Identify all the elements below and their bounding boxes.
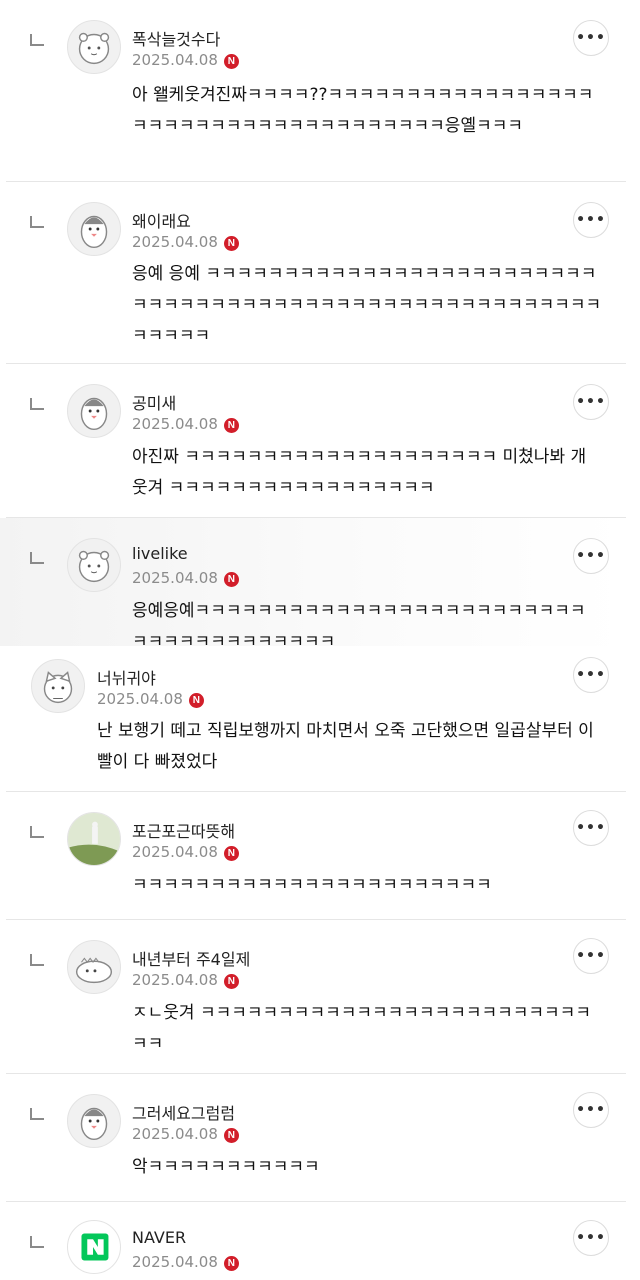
penguin-avatar-icon xyxy=(80,1107,108,1141)
more-icon: ••• xyxy=(576,667,606,683)
cat-avatar-icon xyxy=(43,671,73,704)
nickname[interactable]: NAVER xyxy=(132,1228,186,1247)
comment-item: livelike 2025.04.08 N 응예응예ㅋㅋㅋㅋㅋㅋㅋㅋㅋㅋㅋㅋㅋㅋㅋ… xyxy=(0,518,626,646)
reply-indicator-icon xyxy=(30,1236,44,1248)
nickname[interactable]: livelike xyxy=(132,544,188,563)
more-options-button[interactable]: ••• xyxy=(573,384,609,420)
avatar[interactable] xyxy=(67,384,121,438)
more-icon: ••• xyxy=(576,30,606,46)
more-icon: ••• xyxy=(576,820,606,836)
penguin-avatar-icon xyxy=(80,397,108,431)
more-icon: ••• xyxy=(576,1102,606,1118)
comment-text: ㅈㄴ웃겨 ㅋㅋㅋㅋㅋㅋㅋㅋㅋㅋㅋㅋㅋㅋㅋㅋㅋㅋㅋㅋㅋㅋㅋㅋㅋㅋㅋ xyxy=(132,1003,591,1054)
more-icon: ••• xyxy=(576,1230,606,1246)
new-badge: N xyxy=(223,54,239,69)
nickname[interactable]: 내년부터 주4일제 xyxy=(132,946,250,970)
comment-item: NAVER 2025.04.08 N ••• xyxy=(0,1202,640,1280)
comment-date: 2025.04.08 N xyxy=(97,690,204,708)
more-icon: ••• xyxy=(576,394,606,410)
comment-date: 2025.04.08 N xyxy=(132,971,239,989)
nickname[interactable]: 왜이래요 xyxy=(132,208,191,232)
comment-text: 아 왤케웃겨진짜ㅋㅋㅋㅋ??ㅋㅋㅋㅋㅋㅋㅋㅋㅋㅋㅋㅋㅋㅋㅋㅋㅋㅋㅋㅋㅋㅋㅋㅋㅋㅋ… xyxy=(132,85,594,136)
comment-item: 공미새 2025.04.08 N 아진짜 ㅋㅋㅋㅋㅋㅋㅋㅋㅋㅋㅋㅋㅋㅋㅋㅋㅋㅋㅋㅋ… xyxy=(0,364,640,518)
new-badge: N xyxy=(223,572,239,587)
avatar[interactable] xyxy=(67,1094,121,1148)
comment-text: 아진짜 ㅋㅋㅋㅋㅋㅋㅋㅋㅋㅋㅋㅋㅋㅋㅋㅋㅋㅋㅋㅋ 미쳤나봐 개웃겨 ㅋㅋㅋㅋㅋㅋ… xyxy=(132,447,587,498)
comment-text: 악ㅋㅋㅋㅋㅋㅋㅋㅋㅋㅋㅋ xyxy=(132,1157,320,1177)
comment-item: 폭삭늘것수다 2025.04.08 N 아 왤케웃겨진짜ㅋㅋㅋㅋ??ㅋㅋㅋㅋㅋㅋㅋ… xyxy=(0,0,640,182)
more-options-button[interactable]: ••• xyxy=(573,538,609,574)
comment-text: 난 보행기 떼고 직립보행까지 마치면서 오죽 고단했으면 일곱살부터 이빨이 … xyxy=(97,721,594,772)
new-badge: N xyxy=(223,974,239,989)
reply-indicator-icon xyxy=(30,954,44,966)
avatar[interactable] xyxy=(67,940,121,994)
bear-avatar-icon xyxy=(78,550,110,583)
dinosaur-avatar-icon xyxy=(75,957,113,984)
nickname[interactable]: 너뉘귀야 xyxy=(97,665,156,689)
naver-logo-icon xyxy=(81,1233,109,1261)
reply-indicator-icon xyxy=(30,826,44,838)
more-options-button[interactable]: ••• xyxy=(573,202,609,238)
nickname[interactable]: 포근포근따뜻해 xyxy=(132,818,235,842)
more-options-button[interactable]: ••• xyxy=(573,810,609,846)
penguin-avatar-icon xyxy=(80,215,108,249)
reply-indicator-icon xyxy=(30,216,44,228)
reply-indicator-icon xyxy=(30,1108,44,1120)
comment-item: 왜이래요 2025.04.08 N 응예 응예 ㅋㅋㅋㅋㅋㅋㅋㅋㅋㅋㅋㅋㅋㅋㅋㅋㅋ… xyxy=(0,182,640,364)
more-options-button[interactable]: ••• xyxy=(573,1092,609,1128)
comment-date: 2025.04.08 N xyxy=(132,233,239,251)
comment-text: 응예응예ㅋㅋㅋㅋㅋㅋㅋㅋㅋㅋㅋㅋㅋㅋㅋㅋㅋㅋㅋㅋㅋㅋㅋㅋㅋㅋㅋㅋㅋㅋㅋㅋㅋㅋㅋㅋ… xyxy=(132,601,586,646)
more-icon: ••• xyxy=(576,548,606,564)
photo-avatar-icon xyxy=(68,813,120,865)
more-options-button[interactable]: ••• xyxy=(573,938,609,974)
comment-text: ㅋㅋㅋㅋㅋㅋㅋㅋㅋㅋㅋㅋㅋㅋㅋㅋㅋㅋㅋㅋㅋㅋㅋ xyxy=(132,875,492,895)
new-badge: N xyxy=(223,1256,239,1271)
new-badge: N xyxy=(223,846,239,861)
comment-date: 2025.04.08 N xyxy=(132,843,239,861)
more-icon: ••• xyxy=(576,948,606,964)
comment-date: 2025.04.08 N xyxy=(132,1253,239,1271)
more-options-button[interactable]: ••• xyxy=(573,657,609,693)
comment-item: 그러세요그럼럼 2025.04.08 N 악ㅋㅋㅋㅋㅋㅋㅋㅋㅋㅋㅋ ••• xyxy=(0,1074,640,1202)
reply-indicator-icon xyxy=(30,34,44,46)
avatar[interactable] xyxy=(67,1220,121,1274)
new-badge: N xyxy=(223,1128,239,1143)
reply-indicator-icon xyxy=(30,398,44,410)
comment-text: 응예 응예 ㅋㅋㅋㅋㅋㅋㅋㅋㅋㅋㅋㅋㅋㅋㅋㅋㅋㅋㅋㅋㅋㅋㅋㅋㅋㅋㅋㅋㅋㅋㅋㅋㅋㅋ… xyxy=(132,264,602,346)
bear-avatar-icon xyxy=(78,32,110,65)
comment-date: 2025.04.08 N xyxy=(132,1125,239,1143)
comment-item: 너뉘귀야 2025.04.08 N 난 보행기 떼고 직립보행까지 마치면서 오죽… xyxy=(0,646,640,792)
nickname[interactable]: 그러세요그럼럼 xyxy=(132,1100,235,1124)
avatar[interactable] xyxy=(67,202,121,256)
comment-date: 2025.04.08 N xyxy=(132,51,239,69)
comment-date: 2025.04.08 N xyxy=(132,415,239,433)
more-icon: ••• xyxy=(576,212,606,228)
nickname[interactable]: 폭삭늘것수다 xyxy=(132,26,220,50)
more-options-button[interactable]: ••• xyxy=(573,20,609,56)
new-badge: N xyxy=(188,693,204,708)
avatar[interactable] xyxy=(67,20,121,74)
avatar[interactable] xyxy=(67,538,121,592)
comment-item: 포근포근따뜻해 2025.04.08 N ㅋㅋㅋㅋㅋㅋㅋㅋㅋㅋㅋㅋㅋㅋㅋㅋㅋㅋㅋㅋ… xyxy=(0,792,640,920)
avatar[interactable] xyxy=(67,812,121,866)
new-badge: N xyxy=(223,236,239,251)
avatar[interactable] xyxy=(31,659,85,713)
comment-date: 2025.04.08 N xyxy=(132,569,239,587)
comment-item: 내년부터 주4일제 2025.04.08 N ㅈㄴ웃겨 ㅋㅋㅋㅋㅋㅋㅋㅋㅋㅋㅋㅋㅋ… xyxy=(0,920,640,1074)
new-badge: N xyxy=(223,418,239,433)
nickname[interactable]: 공미새 xyxy=(132,390,176,414)
more-options-button[interactable]: ••• xyxy=(573,1220,609,1256)
reply-indicator-icon xyxy=(30,552,44,564)
